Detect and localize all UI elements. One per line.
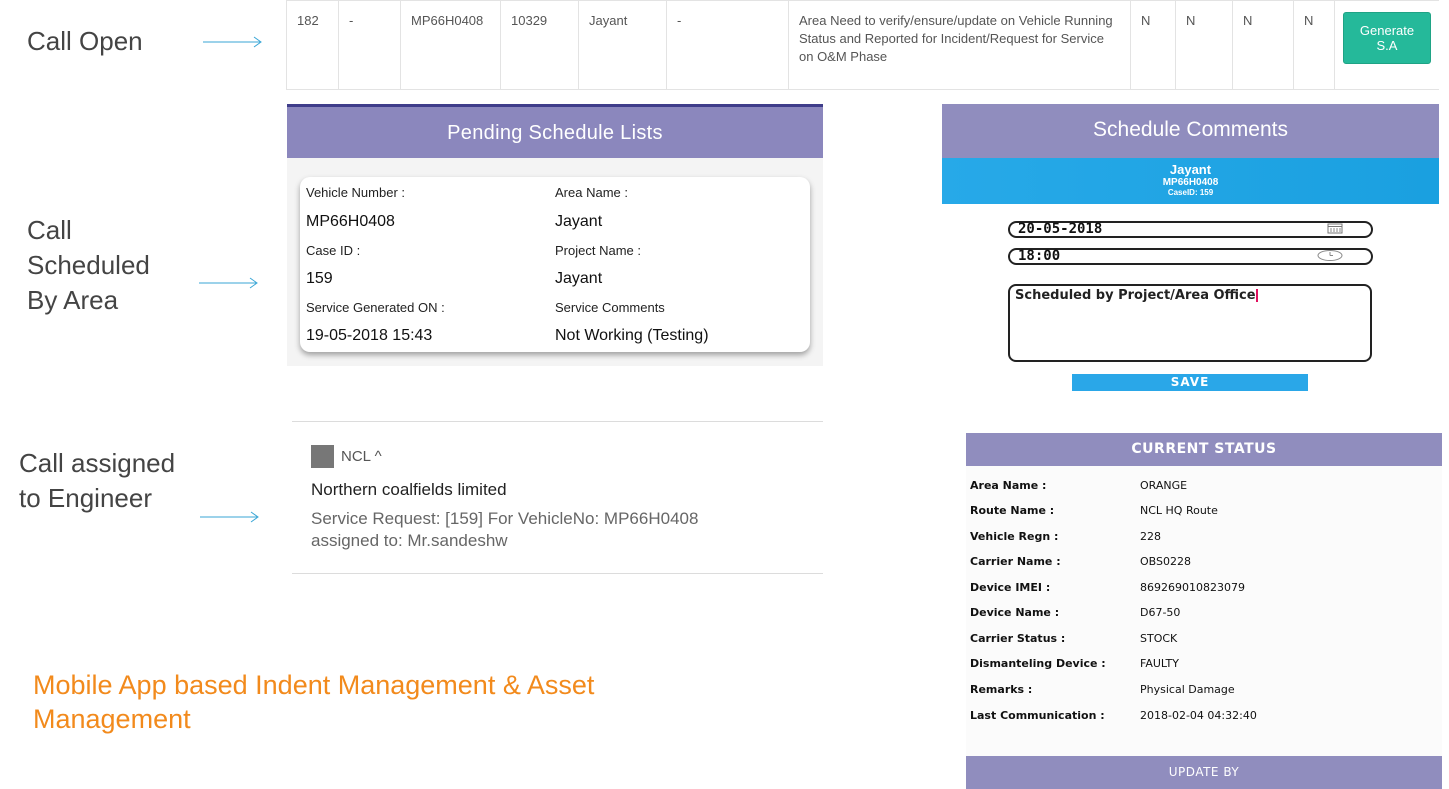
- status-key: Remarks :: [970, 683, 1033, 696]
- service-table: 182 - MP66H0408 10329 Jayant - Area Need…: [286, 0, 1439, 90]
- date-field[interactable]: 20-05-2018: [1008, 221, 1373, 238]
- schedule-comments-title: Schedule Comments: [942, 104, 1439, 158]
- table-cell: 10329: [500, 0, 579, 90]
- status-key: Device Name :: [970, 606, 1060, 619]
- comment-textarea[interactable]: Scheduled by Project/Area Office: [1008, 284, 1372, 362]
- schedule-comments-banner: Jayant MP66H0408 CaseID: 159: [942, 158, 1439, 204]
- table-cell: Jayant: [578, 0, 667, 90]
- field-label: Case ID :: [306, 243, 361, 258]
- table-cell: -: [666, 0, 789, 90]
- status-value: 869269010823079: [1140, 581, 1245, 594]
- field-value: Not Working (Testing): [555, 327, 709, 344]
- status-value: ORANGE: [1140, 479, 1188, 492]
- label-line: Scheduled: [27, 250, 150, 280]
- clock-icon[interactable]: [1317, 250, 1343, 264]
- generate-sa-button[interactable]: Generate S.A: [1343, 12, 1431, 64]
- notification-app-name[interactable]: NCL ^: [341, 448, 382, 465]
- time-value: 18:00: [1018, 248, 1061, 264]
- label-call-open: Call Open: [27, 26, 143, 56]
- label-line: Call assigned: [19, 448, 176, 478]
- field-value: 19-05-2018 15:43: [306, 327, 433, 344]
- status-key: Area Name :: [970, 479, 1047, 492]
- table-cell: -: [338, 0, 401, 90]
- date-value: 20-05-2018: [1018, 221, 1103, 237]
- app-icon: [311, 445, 334, 468]
- status-key: Vehicle Regn :: [970, 530, 1059, 543]
- notification-body: Service Request: [159] For VehicleNo: MP…: [311, 509, 699, 550]
- update-by-bar[interactable]: UPDATE BY: [966, 756, 1442, 789]
- pending-schedule-panel: Pending Schedule Lists Vehicle Number : …: [287, 104, 823, 366]
- table-cell: N: [1175, 0, 1233, 90]
- table-cell: N: [1293, 0, 1335, 90]
- field-value: 159: [306, 270, 333, 287]
- status-key: Last Communication :: [970, 709, 1105, 722]
- page-title: Mobile App based Indent Management & Ass…: [33, 670, 595, 734]
- table-cell: N: [1130, 0, 1176, 90]
- status-key: Device IMEI :: [970, 581, 1051, 594]
- pending-schedule-card[interactable]: Vehicle Number : MP66H0408 Area Name : J…: [300, 177, 810, 352]
- schedule-comments-panel: Schedule Comments Jayant MP66H0408 CaseI…: [942, 104, 1439, 395]
- banner-vehicle: MP66H0408: [1162, 177, 1219, 188]
- label-line: Call: [27, 215, 72, 245]
- field-value: MP66H0408: [306, 213, 395, 230]
- status-value: FAULTY: [1140, 657, 1179, 670]
- status-value: 228: [1140, 530, 1161, 543]
- arrow-right-icon: [200, 510, 260, 524]
- table-cell: N: [1232, 0, 1294, 90]
- table-cell: Generate S.A: [1334, 0, 1439, 90]
- field-label: Vehicle Number :: [306, 185, 405, 200]
- calendar-icon[interactable]: [1327, 223, 1343, 237]
- notification-title: Northern coalfields limited: [311, 480, 507, 499]
- status-key: Dismanteling Device :: [970, 657, 1106, 670]
- status-value: D67-50: [1140, 606, 1181, 619]
- status-value: Physical Damage: [1140, 683, 1235, 696]
- status-key: Carrier Status :: [970, 632, 1066, 645]
- status-key: Carrier Name :: [970, 555, 1061, 568]
- field-label: Service Comments: [555, 300, 665, 315]
- save-button[interactable]: SAVE: [1072, 374, 1308, 391]
- text-caret: [1255, 289, 1258, 302]
- status-value: STOCK: [1140, 632, 1178, 645]
- label-call-scheduled: Call Scheduled By Area: [27, 213, 150, 318]
- current-status-title: CURRENT STATUS: [966, 433, 1442, 466]
- pending-schedule-title: Pending Schedule Lists: [287, 104, 823, 158]
- banner-case: CaseID: 159: [1167, 188, 1214, 197]
- field-value: Jayant: [555, 270, 603, 287]
- table-cell: Area Need to verify/ensure/update on Veh…: [788, 0, 1131, 90]
- arrow-right-icon: [203, 35, 263, 49]
- banner-name: Jayant: [1169, 162, 1212, 177]
- comment-text: Scheduled by Project/Area Office: [1015, 288, 1256, 303]
- table-cell: MP66H0408: [400, 0, 501, 90]
- label-line: By Area: [27, 285, 119, 315]
- field-value: Jayant: [555, 213, 603, 230]
- field-label: Project Name :: [555, 243, 641, 258]
- status-value: NCL HQ Route: [1140, 504, 1218, 517]
- arrow-right-icon: [199, 276, 259, 290]
- current-status-panel: CURRENT STATUS Area Name : ORANGE Route N…: [966, 433, 1442, 789]
- label-call-assigned: Call assigned to Engineer: [19, 446, 175, 516]
- label-line: to Engineer: [19, 483, 152, 513]
- time-field[interactable]: 18:00: [1008, 248, 1373, 265]
- status-value: 2018-02-04 04:32:40: [1140, 709, 1257, 722]
- notification-card[interactable]: NCL ^ Northern coalfields limited Servic…: [292, 421, 823, 574]
- field-label: Area Name :: [555, 185, 628, 200]
- status-key: Route Name :: [970, 504, 1055, 517]
- table-cell: 182: [286, 0, 339, 90]
- table-row: 182 - MP66H0408 10329 Jayant - Area Need…: [286, 0, 1439, 90]
- field-label: Service Generated ON :: [306, 300, 445, 315]
- status-value: OBS0228: [1140, 555, 1191, 568]
